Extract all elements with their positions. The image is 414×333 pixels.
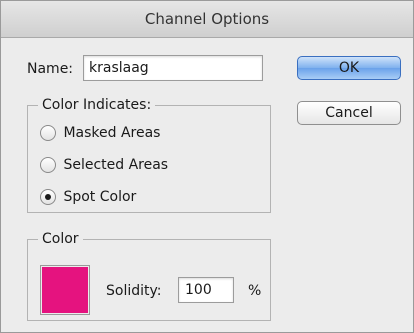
window-title: Channel Options bbox=[1, 1, 413, 38]
radio-spot-color[interactable]: Spot Color bbox=[40, 187, 136, 207]
color-swatch[interactable] bbox=[40, 265, 90, 315]
ok-button[interactable]: OK bbox=[297, 56, 401, 80]
radio-label: Selected Areas bbox=[63, 157, 169, 173]
color-swatch-fill bbox=[42, 267, 88, 313]
color-indicates-group: Color Indicates: Masked Areas Selected A… bbox=[27, 97, 271, 213]
percent-unit: % bbox=[248, 283, 262, 299]
radio-button-icon[interactable] bbox=[40, 125, 56, 141]
channel-options-dialog: Channel Options Name: kraslaag OK Cancel… bbox=[0, 0, 414, 333]
radio-masked-areas[interactable]: Masked Areas bbox=[40, 123, 160, 143]
color-indicates-legend: Color Indicates: bbox=[42, 97, 152, 113]
solidity-label: Solidity: bbox=[106, 283, 162, 299]
radio-button-icon[interactable] bbox=[40, 157, 56, 173]
radio-label: Masked Areas bbox=[63, 125, 161, 141]
radio-label: Spot Color bbox=[63, 189, 137, 205]
color-legend: Color bbox=[42, 231, 79, 247]
radio-button-selected-icon[interactable] bbox=[40, 189, 56, 205]
radio-selected-areas[interactable]: Selected Areas bbox=[40, 155, 168, 175]
name-label: Name: bbox=[27, 61, 74, 77]
name-input[interactable]: kraslaag bbox=[83, 55, 263, 81]
solidity-input[interactable]: 100 bbox=[178, 277, 234, 303]
cancel-button[interactable]: Cancel bbox=[297, 101, 401, 125]
color-group: Color Solidity: 100 % bbox=[27, 231, 271, 321]
